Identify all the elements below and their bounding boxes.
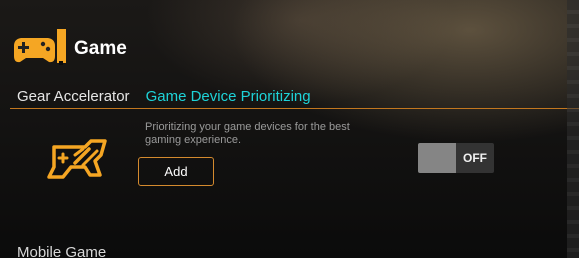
toggle-state-label: OFF [456, 143, 494, 173]
panel-header: Game [10, 26, 127, 72]
tab-game-device-prioritizing[interactable]: Game Device Prioritizing [146, 88, 311, 105]
gamepad-icon [10, 26, 68, 72]
prioritize-toggle[interactable]: OFF [418, 143, 494, 173]
tab-bar: Gear Accelerator Game Device Prioritizin… [17, 88, 311, 105]
feature-description: Prioritizing your game devices for the b… [145, 121, 350, 146]
tab-divider [10, 108, 579, 109]
game-panel: Game Gear Accelerator Game Device Priori… [0, 0, 579, 258]
mobile-game-section-title: Mobile Game [17, 244, 107, 258]
tab-gear-accelerator[interactable]: Gear Accelerator [17, 88, 130, 105]
rocket-gamepad-icon [45, 137, 111, 183]
toggle-knob [418, 143, 456, 173]
page-title: Game [74, 38, 127, 59]
add-button[interactable]: Add [138, 157, 214, 186]
